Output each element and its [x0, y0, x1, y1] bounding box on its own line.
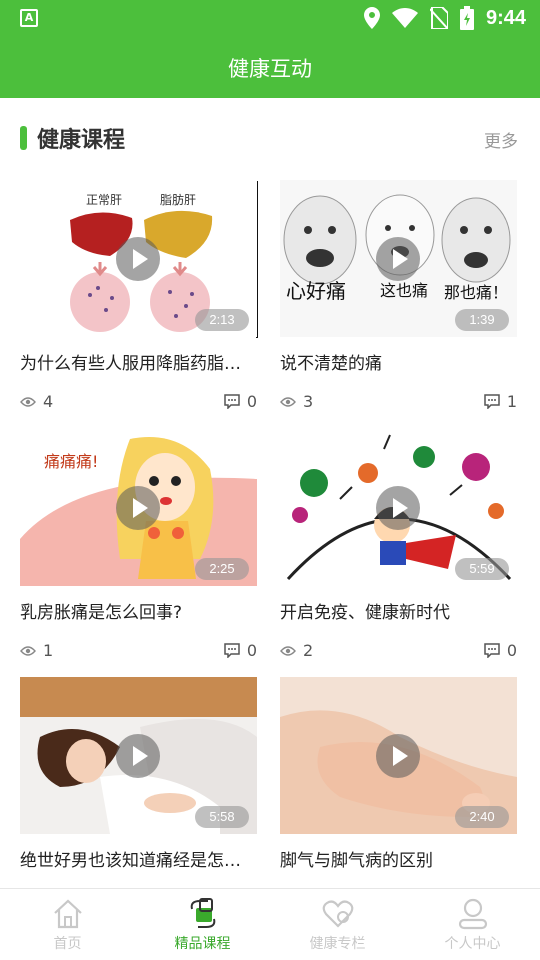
bottom-tab-bar: 首页 精品课程 健康专栏 个人中心 [0, 888, 540, 960]
course-title[interactable]: 为什么有些人服用降脂药脂肪肝反而更严重 [20, 349, 257, 374]
comment-count: 0 [224, 641, 257, 660]
wifi-icon [391, 8, 418, 28]
course-card[interactable]: 痛痛痛! 2:25 乳房胀痛是怎么回事? 1 0 [20, 429, 257, 660]
view-count: 1 [20, 641, 53, 660]
course-thumbnail[interactable]: 正常肝 脂肪肝 2:13 [20, 180, 257, 337]
svg-text:这也痛: 这也痛 [380, 281, 428, 300]
comment-count-value: 1 [506, 392, 517, 411]
comment-count: 0 [224, 392, 257, 411]
home-icon [53, 899, 82, 929]
comment-count: 0 [484, 641, 517, 660]
course-title[interactable]: 开启免疫、健康新时代 [280, 598, 517, 623]
video-duration: 1:39 [455, 309, 509, 331]
course-title[interactable]: 说不清楚的痛 [280, 349, 517, 374]
course-thumbnail[interactable]: 痛痛痛! 2:25 [20, 429, 257, 586]
comment-count-value: 0 [246, 641, 257, 660]
view-count: 3 [280, 392, 313, 411]
eye-icon [280, 645, 296, 656]
course-title[interactable]: 乳房胀痛是怎么回事? [20, 598, 257, 623]
course-card[interactable]: 正常肝 脂肪肝 2:13 为什么有些人服用降脂药脂肪肝反而更严重 4 0 [20, 180, 257, 411]
svg-text:心好痛: 心好痛 [286, 279, 346, 303]
course-thumbnail[interactable]: 心好痛 这也痛 那也痛！ 1:39 [280, 180, 517, 337]
view-count-value: 3 [303, 392, 314, 411]
battery-icon [459, 6, 474, 30]
play-icon[interactable] [376, 237, 420, 281]
svg-text:痛痛痛!: 痛痛痛! [44, 452, 98, 471]
view-count-value: 2 [303, 641, 314, 660]
tab-profile[interactable]: 个人中心 [405, 889, 540, 960]
video-duration: 2:40 [455, 806, 509, 828]
course-thumbnail[interactable]: 5:58 [20, 677, 257, 834]
no-sim-icon [429, 7, 448, 29]
app-notification-icon: A [20, 9, 38, 27]
comment-icon [484, 394, 500, 409]
status-bar: A 9:44 [0, 0, 540, 36]
course-card[interactable]: 5:58 绝世好男也该知道痛经是怎么回事 [20, 677, 257, 871]
tab-courses[interactable]: 精品课程 [135, 889, 270, 960]
eye-icon [20, 645, 36, 656]
video-duration: 2:25 [195, 558, 249, 580]
clock: 9:44 [485, 6, 526, 29]
comment-count-value: 0 [506, 641, 517, 660]
section-accent-bar [20, 126, 27, 150]
play-icon[interactable] [116, 734, 160, 778]
section-title: 健康课程 [37, 128, 126, 153]
section-header: 健康课程 更多 [0, 98, 540, 178]
play-icon[interactable] [116, 237, 160, 281]
svg-text:那也痛！: 那也痛！ [444, 283, 508, 302]
comment-icon [484, 643, 500, 658]
course-thumbnail[interactable]: 2:40 [280, 677, 517, 834]
profile-icon [458, 898, 487, 930]
view-count-value: 4 [43, 392, 54, 411]
video-duration: 2:13 [195, 309, 249, 331]
view-count-value: 1 [43, 641, 54, 660]
tab-home-label: 首页 [53, 936, 82, 952]
course-title[interactable]: 绝世好男也该知道痛经是怎么回事 [20, 846, 257, 871]
video-duration: 5:58 [195, 806, 249, 828]
location-icon [363, 7, 380, 29]
comment-count: 1 [484, 392, 517, 411]
tab-profile-label: 个人中心 [444, 936, 501, 952]
eye-icon [20, 396, 36, 407]
svg-text:脂肪肝: 脂肪肝 [160, 192, 196, 207]
course-icon [190, 898, 215, 928]
comment-icon [224, 643, 240, 658]
health-column-icon [322, 900, 353, 928]
view-count: 2 [280, 641, 313, 660]
page-title: 健康互动 [228, 57, 312, 81]
play-icon[interactable] [116, 486, 160, 530]
course-card[interactable]: 心好痛 这也痛 那也痛！ 1:39 说不清楚的痛 3 1 [280, 180, 517, 411]
more-link[interactable]: 更多 [484, 127, 518, 152]
play-icon[interactable] [376, 734, 420, 778]
comment-icon [224, 394, 240, 409]
tab-home[interactable]: 首页 [0, 889, 135, 960]
video-duration: 5:59 [455, 558, 509, 580]
eye-icon [280, 396, 296, 407]
tab-health-column-label: 健康专栏 [309, 936, 366, 952]
view-count: 4 [20, 392, 53, 411]
svg-text:正常肝: 正常肝 [86, 193, 122, 207]
course-card[interactable]: 2:40 脚气与脚气病的区别 [280, 677, 517, 871]
course-card[interactable]: 5:59 开启免疫、健康新时代 2 0 [280, 429, 517, 660]
tab-health-column[interactable]: 健康专栏 [270, 889, 405, 960]
app-bar: 健康互动 [0, 36, 540, 98]
course-thumbnail[interactable]: 5:59 [280, 429, 517, 586]
tab-courses-label: 精品课程 [174, 936, 231, 952]
comment-count-value: 0 [246, 392, 257, 411]
status-icons: 9:44 [363, 6, 526, 30]
course-title[interactable]: 脚气与脚气病的区别 [280, 846, 517, 871]
play-icon[interactable] [376, 486, 420, 530]
